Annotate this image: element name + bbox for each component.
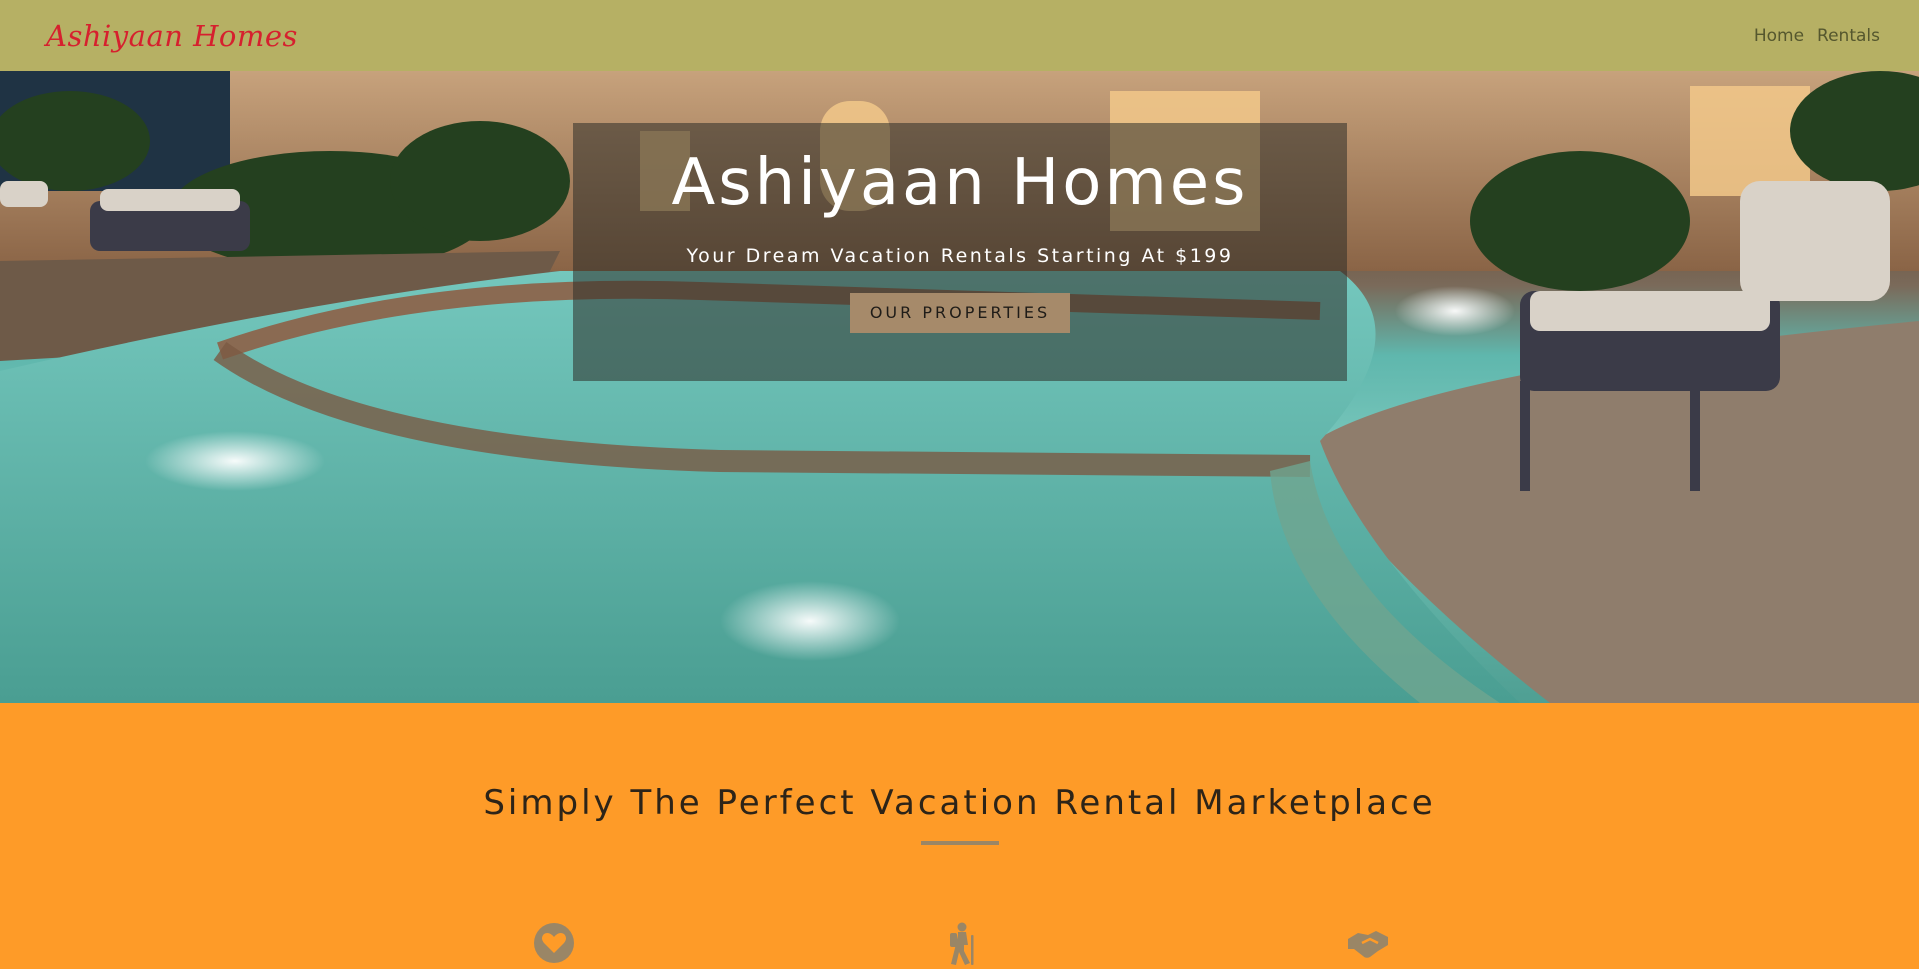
navbar: Ashiyaan Homes Home Rentals	[0, 0, 1919, 71]
hero-title: Ashiyaan Homes	[671, 146, 1249, 220]
nav-link-home[interactable]: Home	[1754, 26, 1804, 46]
brand-logo[interactable]: Ashiyaan Homes	[46, 19, 298, 53]
our-properties-button[interactable]: OUR PROPERTIES	[850, 293, 1070, 333]
handshake-icon	[1348, 931, 1388, 958]
nav-link-rentals[interactable]: Rentals	[1817, 26, 1880, 46]
features-section: Simply The Perfect Vacation Rental Marke…	[0, 703, 1919, 969]
heading-divider	[920, 841, 999, 845]
hero-caption-box: Ashiyaan Homes Your Dream Vacation Renta…	[573, 123, 1347, 381]
heart-icon	[534, 923, 574, 963]
hero-section: Ashiyaan Homes Your Dream Vacation Renta…	[0, 71, 1919, 703]
hero-subtitle: Your Dream Vacation Rentals Starting At …	[686, 245, 1234, 267]
hiker-icon	[950, 922, 974, 965]
features-heading: Simply The Perfect Vacation Rental Marke…	[483, 783, 1436, 823]
nav-links: Home Rentals	[1754, 26, 1880, 46]
